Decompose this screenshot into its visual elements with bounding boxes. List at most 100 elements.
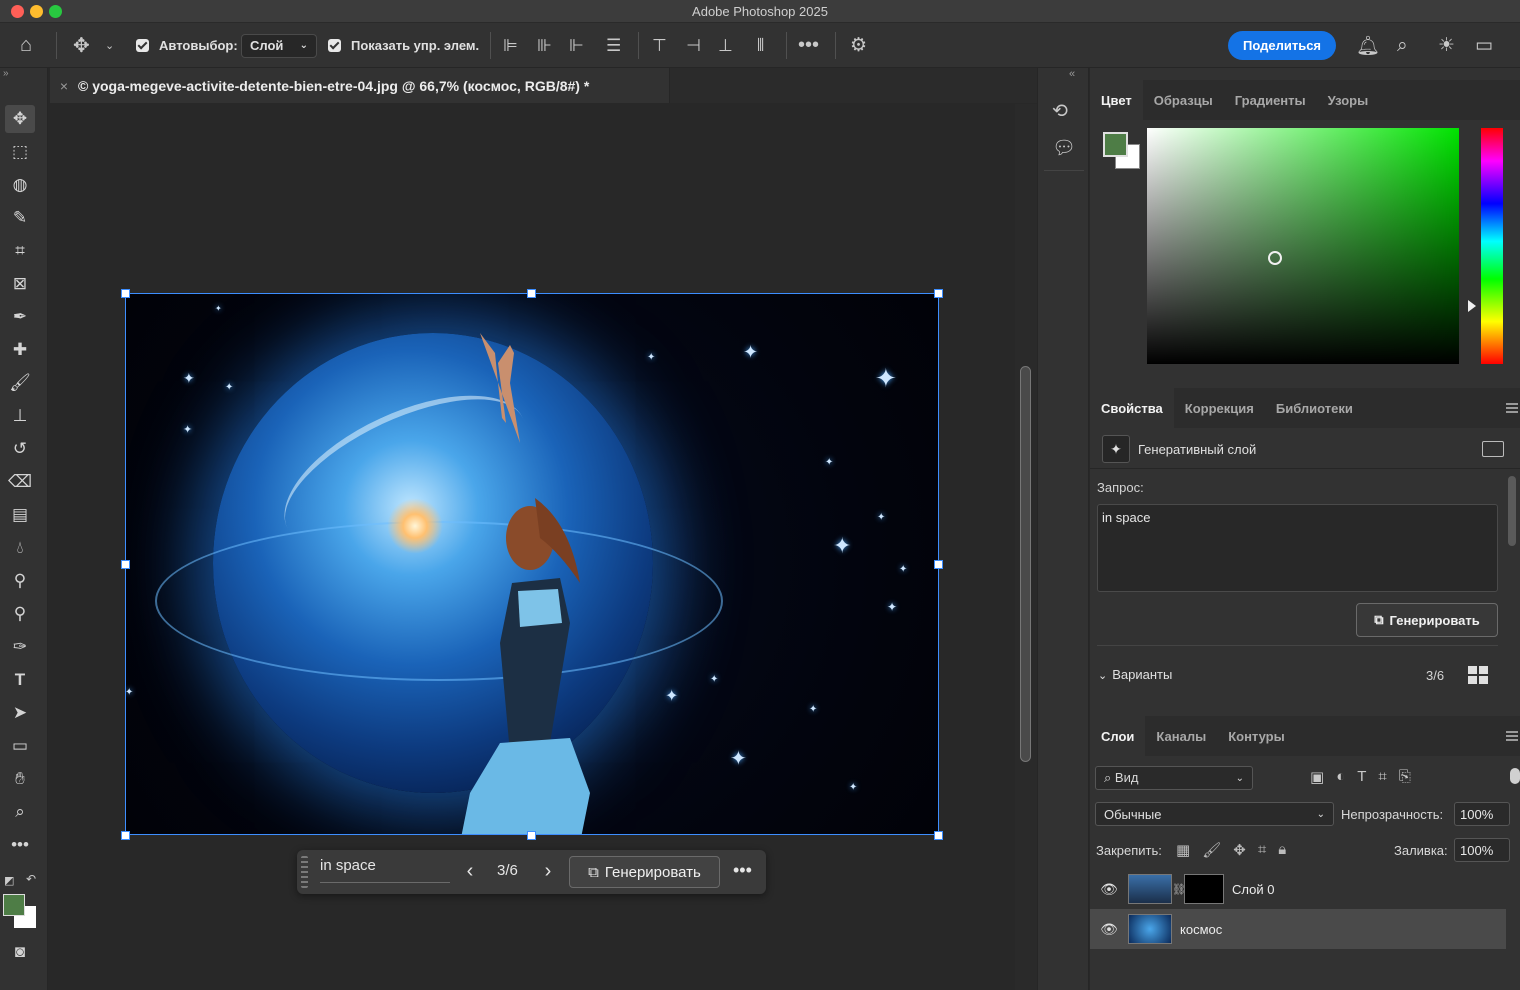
transform-handle-left[interactable] xyxy=(121,560,130,569)
tab-color[interactable]: Цвет xyxy=(1090,80,1143,120)
layer-mask-thumbnail[interactable] xyxy=(1184,874,1224,904)
transform-handle-bottom-right[interactable] xyxy=(934,831,943,840)
transform-handle-top-right[interactable] xyxy=(934,289,943,298)
color-field[interactable] xyxy=(1147,128,1459,364)
panel-menu-icon[interactable] xyxy=(1506,403,1518,413)
prompt-textarea[interactable]: in space xyxy=(1097,504,1498,592)
move-tool-icon[interactable]: ✥ xyxy=(73,23,90,68)
history-panel-icon[interactable]: ⟲ xyxy=(1052,100,1068,123)
taskbar-prompt-input[interactable]: in space xyxy=(320,857,450,883)
eyedropper-tool-icon[interactable]: ✒ xyxy=(5,303,35,331)
swap-colors-icon[interactable]: ↶ xyxy=(26,872,36,886)
drag-handle-icon[interactable] xyxy=(301,856,308,888)
align-middle-icon[interactable]: ⊣ xyxy=(686,23,701,68)
shape-filter-icon[interactable]: ⌗ xyxy=(1378,768,1386,786)
align-top-icon[interactable]: ⊤ xyxy=(652,23,667,68)
quick-mask-icon[interactable]: ◙ xyxy=(5,938,35,966)
hand-tool-icon[interactable]: ✋︎ xyxy=(5,765,35,793)
transform-handle-bottom[interactable] xyxy=(527,831,536,840)
pixel-filter-icon[interactable]: ▣ xyxy=(1310,768,1324,786)
search-icon[interactable]: ⌕ xyxy=(1397,23,1408,68)
foreground-color-swatch[interactable] xyxy=(3,894,25,916)
link-icon[interactable]: ⛓ xyxy=(1172,883,1186,896)
home-icon[interactable]: ⌂ xyxy=(20,23,32,68)
tab-patterns[interactable]: Узоры xyxy=(1317,80,1380,120)
vertical-scrollbar[interactable] xyxy=(1015,104,1037,990)
show-transform-checkbox[interactable] xyxy=(328,23,341,68)
transform-handle-top-left[interactable] xyxy=(121,289,130,298)
sponge-tool-icon[interactable]: ⚲ xyxy=(5,600,35,628)
adjustment-filter-icon[interactable]: ◐ xyxy=(1336,768,1345,786)
distribute-vertical-icon[interactable]: ⫴ xyxy=(757,23,764,68)
layer-row[interactable]: 👁︎ космос xyxy=(1090,909,1506,949)
brush-tool-icon[interactable]: 🖌︎ xyxy=(5,369,35,397)
align-right-icon[interactable]: ⊩ xyxy=(569,23,584,68)
dodge-tool-icon[interactable]: ⚲ xyxy=(5,567,35,595)
tab-layers[interactable]: Слои xyxy=(1090,716,1146,756)
zoom-tool-icon[interactable]: ⌕ xyxy=(5,798,35,826)
transform-handle-right[interactable] xyxy=(934,560,943,569)
frame-tool-icon[interactable]: ⊠ xyxy=(5,270,35,298)
align-bottom-icon[interactable]: ⊥ xyxy=(718,23,733,68)
convert-layer-icon[interactable] xyxy=(1482,441,1504,457)
layer-filter-dropdown[interactable]: ⌕ Вид ⌄ xyxy=(1095,766,1253,790)
tab-gradients[interactable]: Градиенты xyxy=(1224,80,1317,120)
eye-icon[interactable]: 👁︎ xyxy=(1090,881,1128,898)
next-variant-button[interactable]: › xyxy=(538,858,558,884)
blend-mode-dropdown[interactable]: Обычные ⌄ xyxy=(1095,802,1334,826)
lock-pixels-icon[interactable]: 🖌︎ xyxy=(1202,841,1221,859)
generate-button[interactable]: ⧉ Генерировать xyxy=(1356,603,1498,637)
blur-tool-icon[interactable]: 💧︎ xyxy=(5,534,35,562)
smart-object-filter-icon[interactable]: ⎘ xyxy=(1399,768,1411,786)
type-tool-icon[interactable]: T xyxy=(5,666,35,694)
more-options-icon[interactable]: ••• xyxy=(733,860,752,881)
lock-artboard-icon[interactable]: ⌗ xyxy=(1258,841,1266,859)
share-button[interactable]: Поделиться xyxy=(1228,31,1336,60)
properties-scrollbar[interactable] xyxy=(1508,476,1516,546)
default-colors-icon[interactable]: ◩ xyxy=(4,874,14,887)
rectangle-tool-icon[interactable]: ▭ xyxy=(5,732,35,760)
distribute-icon[interactable]: ☰ xyxy=(606,23,621,68)
path-selection-tool-icon[interactable]: ➤ xyxy=(5,699,35,727)
transform-handle-bottom-left[interactable] xyxy=(121,831,130,840)
quick-selection-tool-icon[interactable]: ✎ xyxy=(5,204,35,232)
object-selection-tool-icon[interactable]: ◍ xyxy=(5,171,35,199)
workspace-icon[interactable]: ▭ xyxy=(1475,23,1493,68)
pen-tool-icon[interactable]: ✑ xyxy=(5,633,35,661)
tab-paths[interactable]: Контуры xyxy=(1217,716,1296,756)
crop-tool-icon[interactable]: ⌗ xyxy=(5,237,35,265)
lock-all-icon[interactable]: 🔒︎ xyxy=(1278,841,1286,859)
transform-handle-top[interactable] xyxy=(527,289,536,298)
type-filter-icon[interactable]: T xyxy=(1357,768,1366,786)
bell-icon[interactable]: 🔔︎ xyxy=(1356,23,1380,68)
gradient-tool-icon[interactable]: ▤ xyxy=(5,501,35,529)
expand-toolbar-icon[interactable]: » xyxy=(3,68,9,79)
fill-input[interactable]: 100% xyxy=(1454,838,1510,862)
marquee-tool-icon[interactable]: ⬚ xyxy=(5,138,35,166)
layer-row[interactable]: 👁︎ ⛓ Слой 0 xyxy=(1090,869,1506,909)
comments-panel-icon[interactable]: 💬︎ xyxy=(1052,136,1076,160)
close-tab-icon[interactable]: × xyxy=(50,78,78,94)
gear-icon[interactable]: ⚙ xyxy=(850,23,867,68)
align-center-icon[interactable]: ⊪ xyxy=(537,23,552,68)
variants-toggle[interactable]: ⌄ Варианты xyxy=(1098,667,1172,682)
tab-properties[interactable]: Свойства xyxy=(1090,388,1174,428)
move-tool-icon[interactable]: ✥ xyxy=(5,105,35,133)
hue-slider[interactable] xyxy=(1481,128,1503,364)
eraser-tool-icon[interactable]: ⌫ xyxy=(5,468,35,496)
collapse-panels-icon[interactable]: « xyxy=(1069,68,1075,80)
more-options-icon[interactable]: ••• xyxy=(798,23,819,68)
edit-toolbar-icon[interactable]: ••• xyxy=(5,831,35,859)
history-brush-tool-icon[interactable]: ↺ xyxy=(5,435,35,463)
lightbulb-icon[interactable]: ☀ xyxy=(1438,23,1455,68)
grid-view-icon[interactable] xyxy=(1468,666,1488,684)
opacity-input[interactable]: 100% xyxy=(1454,802,1510,826)
color-picker-cursor[interactable] xyxy=(1268,251,1282,265)
align-left-icon[interactable]: ⊫ xyxy=(503,23,518,68)
panel-menu-icon[interactable] xyxy=(1506,731,1518,741)
previous-variant-button[interactable]: ‹ xyxy=(460,858,480,884)
foreground-color-swatch[interactable] xyxy=(1103,132,1128,157)
tab-libraries[interactable]: Библиотеки xyxy=(1265,388,1364,428)
autoselect-dropdown[interactable]: Слой ⌄ xyxy=(241,33,317,58)
hue-slider-handle[interactable] xyxy=(1468,300,1476,312)
